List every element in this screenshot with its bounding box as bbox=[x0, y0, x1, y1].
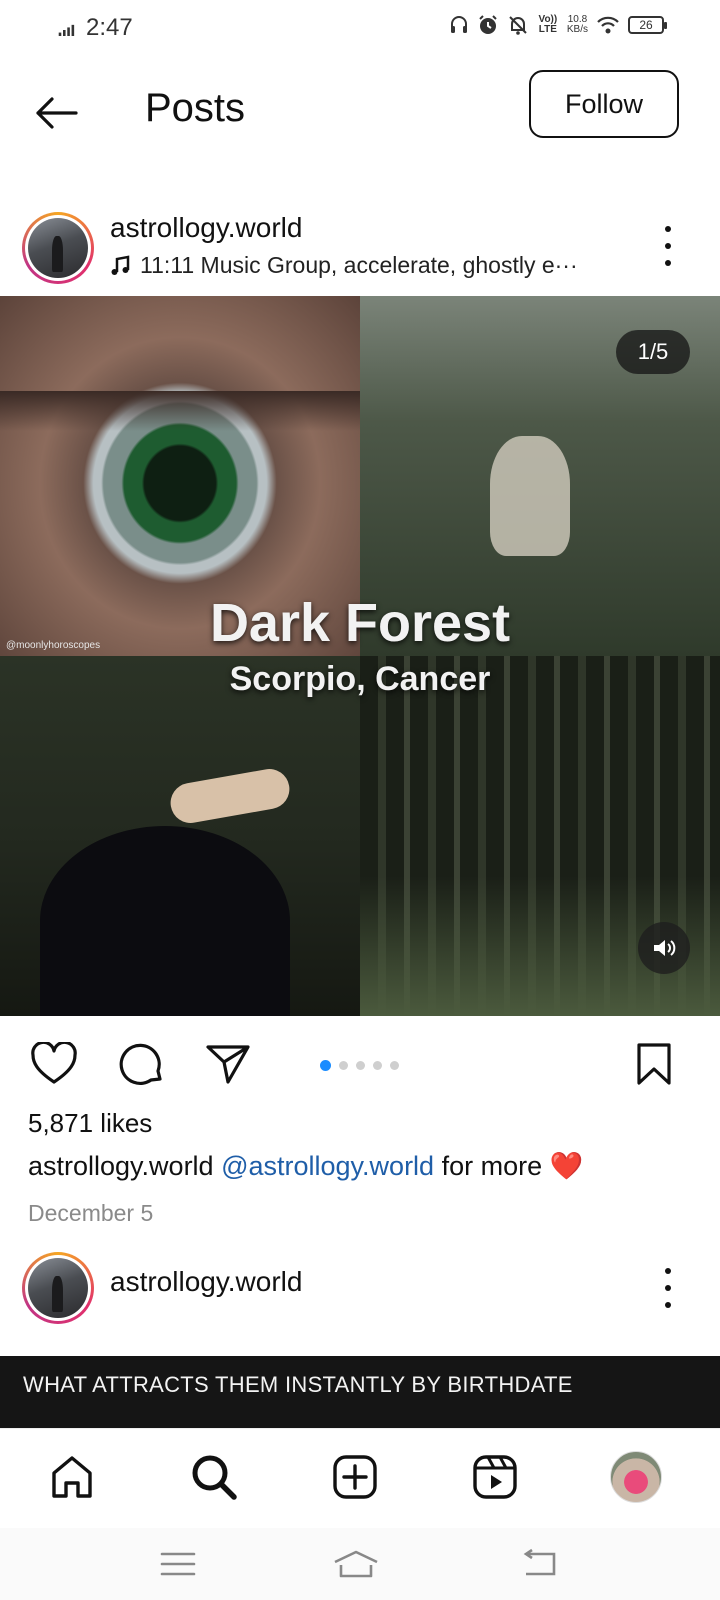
post-media[interactable]: @moonlyhoroscopes Dark Forest Scorpio, C… bbox=[0, 296, 720, 1016]
bookmark-icon bbox=[637, 1043, 671, 1085]
avatar-image bbox=[28, 1258, 88, 1318]
music-info[interactable]: 11:11 Music Group, accelerate, ghostly e… bbox=[110, 252, 630, 279]
system-home-button[interactable] bbox=[326, 1546, 386, 1582]
caption-username[interactable]: astrollogy.world bbox=[28, 1151, 214, 1181]
page-title: Posts bbox=[145, 86, 246, 130]
headphones-icon bbox=[450, 16, 467, 33]
post2-media-banner[interactable]: WHAT ATTRACTS THEM INSTANTLY BY BIRTHDAT… bbox=[0, 1356, 720, 1428]
carousel-indicator bbox=[320, 1060, 399, 1071]
carousel-dot bbox=[390, 1061, 399, 1070]
carousel-dot bbox=[339, 1061, 348, 1070]
nav-home[interactable] bbox=[44, 1449, 100, 1505]
back-button[interactable] bbox=[28, 88, 84, 138]
post-date: December 5 bbox=[28, 1200, 154, 1226]
caption: astrollogy.world @astrollogy.world for m… bbox=[28, 1150, 583, 1182]
post2-header: astrollogy.world bbox=[0, 1240, 720, 1336]
likes-count[interactable]: 5,871 likes bbox=[28, 1108, 152, 1139]
alarm-icon bbox=[479, 15, 497, 34]
more-vertical-icon bbox=[665, 1268, 671, 1274]
nav-profile[interactable] bbox=[608, 1449, 664, 1505]
profile-avatar bbox=[610, 1451, 662, 1503]
arrow-left-icon bbox=[36, 97, 78, 129]
carousel-dot-active bbox=[320, 1060, 331, 1071]
nav-search[interactable] bbox=[186, 1449, 242, 1505]
send-icon bbox=[206, 1045, 250, 1084]
more-options-button[interactable] bbox=[656, 1264, 680, 1312]
search-icon bbox=[192, 1455, 237, 1500]
status-icons: Vo)) LTE 10.8 KB/s 26 bbox=[449, 14, 667, 36]
top-bar: Posts Follow bbox=[0, 58, 720, 168]
battery-indicator: 26 bbox=[628, 16, 667, 34]
media-subtitle: Scorpio, Cancer bbox=[229, 660, 491, 698]
post-username[interactable]: astrollogy.world bbox=[110, 212, 302, 244]
speaker-icon bbox=[654, 940, 676, 956]
collage-woman-in-grass bbox=[0, 656, 360, 1016]
comment-icon bbox=[119, 1043, 162, 1085]
system-back-button[interactable] bbox=[510, 1546, 570, 1582]
caption-text: for more ❤️ bbox=[441, 1151, 584, 1181]
post-actions bbox=[0, 1016, 720, 1106]
wifi-icon bbox=[597, 16, 619, 34]
more-options-button[interactable] bbox=[656, 222, 680, 270]
home-outline-icon bbox=[334, 1550, 378, 1578]
avatar[interactable] bbox=[22, 212, 94, 284]
sound-toggle-button[interactable] bbox=[638, 922, 690, 974]
back-icon bbox=[523, 1548, 556, 1576]
status-bar: 2:47 Vo)) LTE 10.8 KB/s 26 bbox=[0, 0, 720, 58]
comment-button[interactable] bbox=[116, 1038, 168, 1090]
follow-button[interactable]: Follow bbox=[529, 70, 679, 138]
status-time: 2:47 bbox=[58, 14, 133, 42]
heart-icon bbox=[31, 1042, 77, 1084]
nav-create[interactable] bbox=[327, 1449, 383, 1505]
home-icon bbox=[52, 1456, 92, 1498]
signal-icon bbox=[58, 24, 75, 36]
carousel-dot bbox=[356, 1061, 365, 1070]
system-navigation bbox=[0, 1528, 720, 1600]
like-button[interactable] bbox=[28, 1038, 80, 1090]
net-speed: 10.8 KB/s bbox=[566, 14, 588, 35]
post-username[interactable]: astrollogy.world bbox=[110, 1266, 302, 1298]
slide-counter: 1/5 bbox=[616, 330, 690, 374]
create-icon bbox=[333, 1455, 377, 1499]
menu-icon bbox=[160, 1552, 196, 1576]
save-button[interactable] bbox=[628, 1038, 680, 1090]
music-label: 11:11 Music Group, accelerate, ghostly e… bbox=[140, 252, 578, 278]
carousel-dot bbox=[373, 1061, 382, 1070]
avatar-image bbox=[28, 218, 88, 278]
caption-mention[interactable]: @astrollogy.world bbox=[221, 1151, 434, 1181]
more-vertical-icon bbox=[665, 226, 671, 232]
post-header: astrollogy.world 11:11 Music Group, acce… bbox=[0, 200, 720, 296]
nav-reels[interactable] bbox=[467, 1449, 523, 1505]
music-note-icon bbox=[111, 255, 130, 275]
avatar[interactable] bbox=[22, 1252, 94, 1324]
reels-icon bbox=[473, 1455, 517, 1499]
bottom-navigation bbox=[0, 1428, 720, 1528]
media-title: Dark Forest bbox=[209, 593, 511, 653]
system-menu-button[interactable] bbox=[148, 1546, 208, 1582]
notifications-off-icon bbox=[509, 16, 527, 35]
share-button[interactable] bbox=[202, 1038, 254, 1090]
volte-indicator: Vo)) LTE bbox=[538, 14, 558, 35]
